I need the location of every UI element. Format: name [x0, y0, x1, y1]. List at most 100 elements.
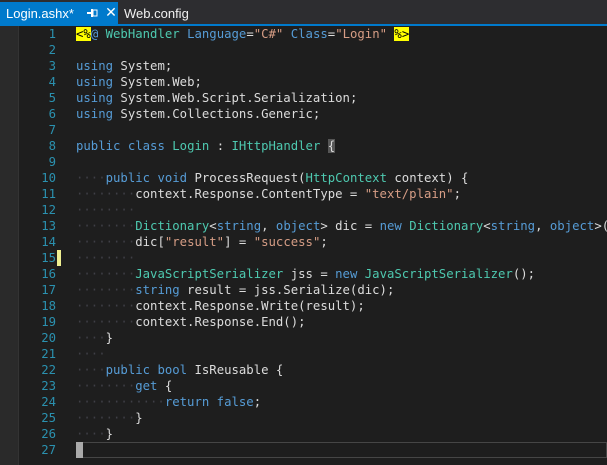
code-line[interactable]: 13 ········Dictionary<string, object> dic… [0, 218, 607, 234]
line-code: ············return false; [76, 394, 261, 410]
code-token: = [246, 27, 254, 41]
code-line[interactable]: 27 [0, 442, 607, 458]
code-line[interactable]: 20 ····} [0, 330, 607, 346]
code-token: System.Collections.Generic; [113, 107, 321, 121]
code-token: : [209, 139, 232, 153]
code-token: IsReusable { [187, 363, 284, 377]
code-line[interactable]: 18 ········context.Response.Write(result)… [0, 298, 607, 314]
code-token: <% [76, 27, 91, 41]
code-line[interactable]: 26 ····} [0, 426, 607, 442]
code-token: < [209, 219, 217, 233]
line-code: ····} [76, 330, 113, 346]
code-token: dic[ [135, 235, 165, 249]
text-cursor [76, 442, 83, 458]
tab-login-ashx[interactable]: Login.ashx* ✕ [0, 2, 118, 24]
code-line[interactable]: 14 ········dic["result"] = "success"; [0, 234, 607, 250]
code-token: JavaScriptSerializer [135, 267, 284, 281]
code-line[interactable]: 25 ········} [0, 410, 607, 426]
line-number: 17 [41, 283, 56, 297]
code-token: JavaScriptSerializer [364, 267, 513, 281]
code-token: void [157, 171, 188, 185]
line-code: ········get { [76, 378, 172, 394]
code-line[interactable]: 8 public class Login : IHttpHandler { [0, 138, 607, 154]
code-line[interactable]: 7 [0, 122, 607, 138]
code-line[interactable]: 3 using System; [0, 58, 607, 74]
code-token: } [105, 331, 114, 345]
code-line[interactable]: 12 ········ [0, 202, 607, 218]
code-token: bool [157, 363, 188, 377]
code-token: result = jss.Serialize(dic); [179, 283, 395, 297]
pin-icon[interactable] [86, 7, 98, 19]
code-token: > dic = [320, 219, 380, 233]
code-token: context.Response.Write(result); [135, 299, 365, 313]
line-number: 19 [41, 315, 56, 329]
code-token: ········ [76, 187, 136, 201]
line-code: ····public void ProcessRequest(HttpConte… [76, 170, 468, 186]
code-line[interactable]: 17 ········string result = jss.Serialize(… [0, 282, 607, 298]
code-line[interactable]: 23 ········get { [0, 378, 607, 394]
code-editor[interactable]: 1 <%@ WebHandler Language="C#" Class="Log… [0, 26, 607, 465]
code-token: ···· [76, 171, 106, 185]
code-token: ; [320, 235, 328, 249]
code-line[interactable]: 22 ····public bool IsReusable { [0, 362, 607, 378]
code-token: using [76, 75, 114, 89]
line-code: ········Dictionary<string, object> dic =… [76, 218, 607, 234]
code-token: Class [290, 27, 328, 41]
code-token: public [76, 139, 121, 153]
code-line[interactable]: 21 ···· [0, 346, 607, 362]
code-line[interactable]: 11 ········context.Response.ContentType =… [0, 186, 607, 202]
line-code: ········string result = jss.Serialize(di… [76, 282, 394, 298]
line-code: using System; [76, 58, 172, 74]
code-token: ············ [76, 395, 165, 409]
code-line[interactable]: 10 ····public void ProcessRequest(HttpCon… [0, 170, 607, 186]
code-token: ···· [76, 347, 106, 361]
code-line[interactable]: 15 ········ [0, 250, 607, 266]
code-token: Dictionary [409, 219, 484, 233]
line-number: 1 [48, 27, 56, 41]
code-token: "Login" [335, 27, 388, 41]
code-line[interactable]: 1 <%@ WebHandler Language="C#" Class="Log… [0, 26, 607, 42]
code-token: "C#" [253, 27, 284, 41]
line-code: ········} [76, 410, 143, 426]
code-line[interactable]: 9 [0, 154, 607, 170]
code-token: } [135, 411, 143, 425]
line-number: 9 [48, 155, 56, 169]
code-line[interactable]: 5 using System.Web.Script.Serialization; [0, 90, 607, 106]
line-number: 15 [41, 251, 56, 265]
line-number: 2 [48, 43, 56, 57]
code-token: using [76, 107, 114, 121]
close-icon[interactable]: ✕ [104, 6, 118, 20]
code-token: IHttpHandler [231, 139, 321, 153]
line-code: ········context.Response.Write(result); [76, 298, 365, 314]
code-line[interactable]: 6 using System.Collections.Generic; [0, 106, 607, 122]
code-token: { [327, 139, 336, 153]
code-token: get [135, 379, 158, 393]
line-number: 23 [41, 379, 56, 393]
code-token: public [105, 171, 151, 185]
code-token: "result" [164, 235, 225, 249]
code-token: >(); [594, 219, 607, 233]
code-token: System; [113, 59, 173, 73]
line-number: 6 [48, 107, 56, 121]
line-code: ········ [76, 250, 135, 266]
code-line[interactable]: 4 using System.Web; [0, 74, 607, 90]
code-line[interactable]: 16 ········JavaScriptSerializer jss = new… [0, 266, 607, 282]
line-code: ········dic["result"] = "success"; [76, 234, 328, 250]
code-line[interactable]: 19 ········context.Response.End(); [0, 314, 607, 330]
code-token: Dictionary [135, 219, 210, 233]
code-line[interactable]: 2 [0, 42, 607, 58]
line-number: 25 [41, 411, 56, 425]
code-line[interactable]: 24 ············return false; [0, 394, 607, 410]
unsaved-change-marker [57, 250, 61, 266]
code-token: new [379, 219, 402, 233]
tab-web-config[interactable]: Web.config [120, 2, 198, 24]
code-token: string [216, 219, 262, 233]
code-token: context.Response.ContentType = [135, 187, 365, 201]
line-number: 3 [48, 59, 56, 73]
code-token: object [275, 219, 321, 233]
code-token: "success" [253, 235, 321, 249]
code-token: context.Response.End(); [135, 315, 306, 329]
